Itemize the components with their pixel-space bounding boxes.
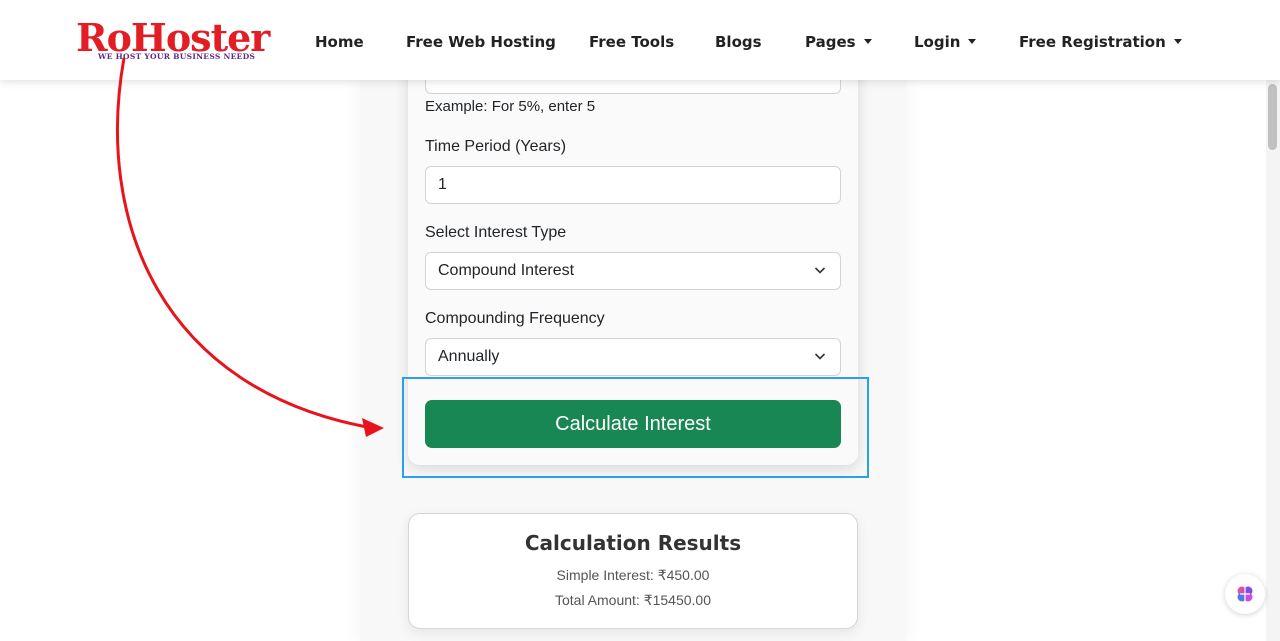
nav-free-tools[interactable]: Free Tools	[589, 33, 674, 51]
nav-free-registration[interactable]: Free Registration	[1019, 33, 1182, 51]
nav-pages[interactable]: Pages	[805, 33, 872, 51]
chevron-down-icon	[814, 353, 826, 360]
nav-free-web-hosting-label: Free Web Hosting	[406, 33, 556, 51]
results-title: Calculation Results	[524, 531, 742, 555]
nav-blogs-label: Blogs	[715, 33, 762, 51]
nav-home-label: Home	[315, 33, 364, 51]
logo-tagline: WE HOST YOUR BUSINESS NEEDS	[98, 52, 256, 61]
compounding-frequency-value: Annually	[438, 348, 500, 365]
chevron-down-icon	[814, 267, 826, 274]
time-period-value: 1	[438, 176, 447, 193]
caret-down-icon	[968, 39, 977, 44]
interest-type-value: Compound Interest	[438, 262, 575, 279]
nav-blogs[interactable]: Blogs	[715, 33, 762, 51]
caret-down-icon	[1173, 39, 1182, 44]
caret-down-icon	[863, 39, 872, 44]
simple-interest-result: Simple Interest: ₹450.00	[556, 567, 710, 583]
compounding-frequency-select[interactable]: Annually	[425, 338, 841, 376]
nav-free-web-hosting[interactable]: Free Web Hosting	[406, 33, 556, 51]
highlight-box	[402, 377, 869, 478]
total-amount-result: Total Amount: ₹15450.00	[554, 592, 712, 608]
nav-login[interactable]: Login	[914, 33, 977, 51]
nav-free-tools-label: Free Tools	[589, 33, 675, 51]
navbar: RoHoster WE HOST YOUR BUSINESS NEEDS Hom…	[0, 0, 1280, 80]
time-period-label: Time Period (Years)	[425, 138, 567, 155]
interest-rate-hint: Example: For 5%, enter 5	[425, 98, 596, 115]
compounding-frequency-label: Compounding Frequency	[425, 310, 605, 327]
logo[interactable]: RoHoster WE HOST YOUR BUSINESS NEEDS	[76, 18, 276, 64]
brain-icon	[1237, 586, 1253, 602]
time-period-input[interactable]: 1	[425, 166, 841, 204]
interest-type-select[interactable]: Compound Interest	[425, 252, 841, 290]
scrollbar-thumb[interactable]	[1268, 84, 1277, 150]
scrollbar-track[interactable]	[1266, 80, 1280, 641]
assistant-widget-button[interactable]	[1225, 574, 1265, 614]
nav-free-registration-label: Free Registration	[1019, 33, 1166, 51]
nav-home[interactable]: Home	[315, 33, 364, 51]
nav-login-label: Login	[914, 33, 961, 51]
interest-type-label: Select Interest Type	[425, 224, 567, 241]
nav-pages-label: Pages	[805, 33, 856, 51]
